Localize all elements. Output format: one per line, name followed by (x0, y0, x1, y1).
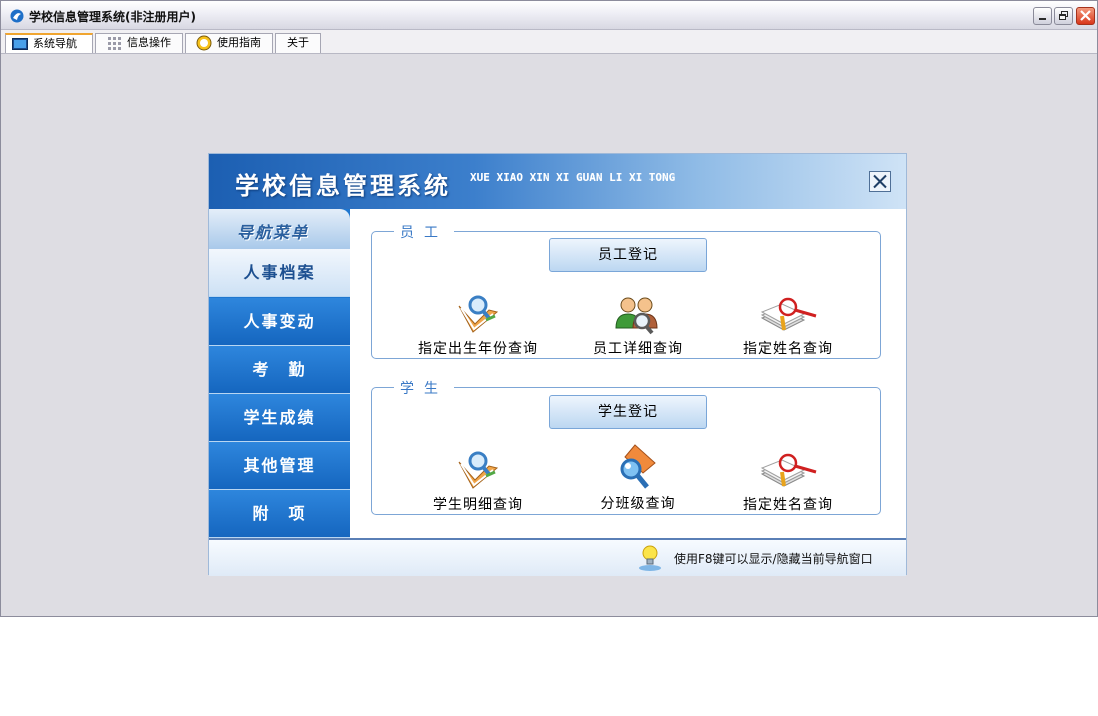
navigation-close-button[interactable] (869, 171, 891, 192)
staff-group-legend: 员工 (394, 222, 454, 242)
close-icon (873, 174, 887, 189)
navigation-content: 员工 员工登记 指定出生年份查询 员工详细查询 指定姓名查询 学生 学生登记 学… (350, 209, 906, 538)
student-group: 学生 学生登记 学生明细查询 分班级查询 指定姓名查询 (371, 378, 881, 515)
document-search-icon (760, 297, 817, 331)
menu-item-label: 考 勤 (252, 360, 307, 379)
close-icon (1080, 10, 1091, 21)
query-by-class-button[interactable]: 分班级查询 (568, 443, 708, 513)
document-search-icon (760, 453, 817, 487)
tab-bar: 系统导航 信息操作 使用指南 关于 (1, 30, 1097, 54)
restore-icon (1059, 11, 1068, 20)
navigation-window: 学校信息管理系统 XUE XIAO XIN XI GUAN LI XI TONG… (209, 154, 906, 576)
navigation-title-pinyin-reflection: XUE XIAO XIN XI GUAN LI XI TONG (470, 175, 676, 182)
menu-item-personnel-changes[interactable]: 人事变动 (209, 298, 350, 346)
navigation-title: 学校信息管理系统 (235, 172, 451, 200)
help-icon (196, 35, 212, 51)
menu-item-personnel-files[interactable]: 人事档案 (209, 249, 350, 297)
close-window-button[interactable] (1076, 7, 1095, 25)
query-label: 员工详细查询 (593, 341, 683, 357)
tab-info-operation[interactable]: 信息操作 (95, 33, 183, 53)
menu-item-label: 人事变动 (243, 312, 316, 331)
staff-register-button[interactable]: 员工登记 (549, 238, 707, 272)
navigation-menu-title: 导航菜单 (237, 223, 310, 242)
tab-label: 使用指南 (217, 36, 261, 49)
app-window: 学校信息管理系统(非注册用户) 系统导航 信息操作 使用指南 关于 学校信息管理… (0, 0, 1098, 617)
minimize-button[interactable] (1033, 7, 1052, 25)
grid-icon (108, 37, 121, 50)
menu-item-label: 学生成绩 (243, 408, 316, 427)
query-label: 指定姓名查询 (743, 497, 833, 513)
minimize-icon (1039, 18, 1046, 20)
navigation-menu: 导航菜单 人事档案 人事变动 考 勤 学生成绩 其他管理 附 项 (209, 209, 350, 538)
query-student-detail-button[interactable]: 学生明细查询 (408, 450, 548, 514)
magnifier-orange-icon (620, 444, 656, 489)
restore-button[interactable] (1054, 7, 1073, 25)
menu-item-label: 附 项 (252, 504, 307, 523)
navigation-status-bar: 使用F8键可以显示/隐藏当前导航窗口 (209, 538, 906, 576)
tab-user-guide[interactable]: 使用指南 (185, 33, 273, 53)
app-logo-icon (10, 9, 24, 23)
monitor-icon (12, 38, 28, 50)
menu-item-label: 人事档案 (243, 263, 316, 282)
query-label: 指定出生年份查询 (418, 341, 538, 357)
tab-system-nav[interactable]: 系统导航 (5, 33, 93, 53)
query-staff-name-button[interactable]: 指定姓名查询 (718, 294, 858, 358)
window-title: 学校信息管理系统(非注册用户) (29, 10, 196, 24)
menu-item-other-management[interactable]: 其他管理 (209, 442, 350, 490)
navigation-menu-header: 导航菜单 (209, 209, 350, 250)
student-register-button[interactable]: 学生登记 (549, 395, 707, 429)
people-search-icon (615, 297, 658, 335)
status-hint-text: 使用F8键可以显示/隐藏当前导航窗口 (674, 552, 873, 566)
menu-item-label: 其他管理 (243, 456, 316, 475)
lightbulb-icon (639, 545, 661, 571)
tab-about[interactable]: 关于 (275, 33, 321, 53)
menu-item-student-grades[interactable]: 学生成绩 (209, 394, 350, 442)
title-bar[interactable]: 学校信息管理系统(非注册用户) (1, 1, 1097, 30)
magnifier-book-icon (458, 451, 499, 489)
magnifier-book-icon (458, 295, 499, 333)
menu-item-attendance[interactable]: 考 勤 (209, 346, 350, 394)
query-label: 学生明细查询 (433, 497, 523, 513)
query-label: 指定姓名查询 (743, 341, 833, 357)
menu-item-appendix[interactable]: 附 项 (209, 490, 350, 538)
query-birth-year-button[interactable]: 指定出生年份查询 (408, 294, 548, 358)
query-student-name-button[interactable]: 指定姓名查询 (718, 450, 858, 514)
tab-label: 信息操作 (127, 36, 171, 49)
tab-label: 关于 (287, 36, 309, 49)
query-staff-detail-button[interactable]: 员工详细查询 (568, 294, 708, 358)
navigation-header: 学校信息管理系统 XUE XIAO XIN XI GUAN LI XI TONG… (209, 154, 906, 211)
student-group-legend: 学生 (394, 378, 454, 398)
query-label: 分班级查询 (600, 496, 676, 512)
staff-group: 员工 员工登记 指定出生年份查询 员工详细查询 指定姓名查询 (371, 222, 881, 359)
tab-label: 系统导航 (33, 37, 77, 50)
